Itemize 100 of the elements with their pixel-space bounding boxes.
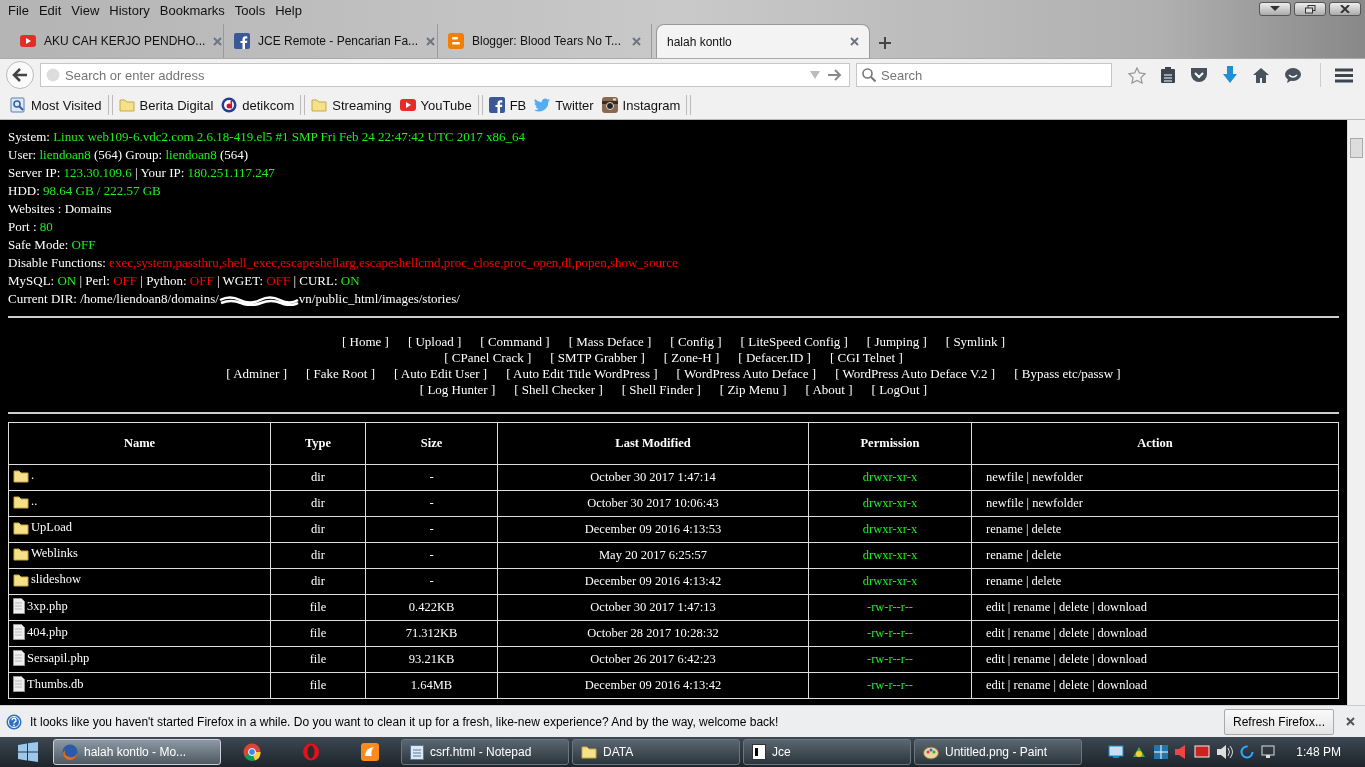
network-status-icon[interactable]: [1261, 745, 1276, 759]
bookmark[interactable]: Instagram: [601, 97, 681, 113]
nav-link[interactable]: [ Shell Checker ]: [514, 382, 603, 398]
minimize-button[interactable]: [1259, 2, 1291, 16]
action-links[interactable]: rename | delete: [986, 574, 1062, 588]
browser-tab[interactable]: halah kontlo: [656, 24, 870, 58]
action-links[interactable]: newfile | newfolder: [986, 470, 1083, 484]
menu-item[interactable]: Help: [270, 1, 307, 19]
file-link[interactable]: UpLoad: [13, 520, 72, 535]
file-link[interactable]: Thumbs.db: [13, 675, 84, 692]
nav-link[interactable]: [ WordPress Auto Deface ]: [676, 366, 817, 382]
close-icon[interactable]: [632, 36, 641, 46]
bookmark[interactable]: Berita Digital: [118, 97, 214, 113]
network-icon[interactable]: [1131, 745, 1148, 759]
pocket-icon[interactable]: [1190, 67, 1208, 83]
permission-link[interactable]: -rw-r--r--: [867, 652, 913, 666]
file-link[interactable]: slideshow: [13, 572, 81, 587]
action-links[interactable]: newfile | newfolder: [986, 496, 1083, 510]
menu-item[interactable]: Bookmarks: [154, 1, 230, 19]
permission-link[interactable]: drwxr-xr-x: [862, 574, 918, 588]
file-link[interactable]: .: [13, 468, 35, 483]
nav-link[interactable]: [ LiteSpeed Config ]: [740, 334, 848, 350]
volume-icon[interactable]: [1217, 745, 1234, 759]
taskbar-button[interactable]: Untitled.png - Paint: [914, 739, 1082, 765]
nav-link[interactable]: [ Symlink ]: [945, 334, 1006, 350]
permission-link[interactable]: -rw-r--r--: [867, 600, 913, 614]
file-link[interactable]: Weblinks: [13, 546, 78, 561]
file-link[interactable]: 404.php: [13, 623, 68, 640]
close-button[interactable]: [1329, 2, 1361, 16]
nav-link[interactable]: [ About ]: [805, 382, 853, 398]
nav-link[interactable]: [ Shell Finder ]: [621, 382, 701, 398]
nav-link[interactable]: [ Adminer ]: [226, 366, 287, 382]
grid-icon[interactable]: [1154, 745, 1169, 759]
menu-icon[interactable]: [1335, 67, 1353, 83]
bookmark[interactable]: detikcom: [221, 97, 295, 113]
back-button[interactable]: [6, 61, 34, 89]
nav-link[interactable]: [ Command ]: [480, 334, 550, 350]
nav-link[interactable]: [ Bypass etc/passw ]: [1014, 366, 1121, 382]
nav-link[interactable]: [ Zone-H ]: [663, 350, 720, 366]
nav-link[interactable]: [ Config ]: [670, 334, 722, 350]
close-icon[interactable]: [1346, 717, 1355, 726]
nav-link[interactable]: [ CPanel Crack ]: [444, 350, 532, 366]
permission-link[interactable]: drwxr-xr-x: [862, 522, 918, 536]
nav-link[interactable]: [ CGI Telnet ]: [829, 350, 903, 366]
close-icon[interactable]: [850, 37, 859, 46]
file-link[interactable]: 3xp.php: [13, 597, 68, 614]
home-icon[interactable]: [1252, 67, 1270, 83]
nav-link[interactable]: [ Log Hunter ]: [419, 382, 496, 398]
bookmark[interactable]: YouTube: [399, 97, 472, 113]
nav-link[interactable]: [ Fake Root ]: [306, 366, 375, 382]
menu-item[interactable]: Edit: [33, 1, 67, 19]
nav-link[interactable]: [ SMTP Grabber ]: [550, 350, 645, 366]
taskbar-button[interactable]: halah kontlo - Mo...: [53, 739, 221, 765]
file-link[interactable]: Sersapil.php: [13, 649, 90, 666]
bookmark[interactable]: Twitter: [534, 97, 594, 113]
clipboard-icon[interactable]: [1160, 66, 1176, 84]
go-arrow-icon[interactable]: [828, 69, 842, 81]
action-links[interactable]: rename | delete: [986, 522, 1062, 536]
bookmark[interactable]: FB: [488, 97, 527, 113]
restore-button[interactable]: [1294, 2, 1326, 16]
flag-icon[interactable]: [1194, 745, 1211, 759]
bookmark[interactable]: Streaming: [311, 97, 392, 113]
nav-link[interactable]: [ Auto Edit User ]: [393, 366, 488, 382]
monitor-icon[interactable]: [1108, 745, 1125, 759]
nav-link[interactable]: [ Mass Deface ]: [568, 334, 652, 350]
file-link[interactable]: ..: [13, 494, 38, 509]
new-tab-icon[interactable]: [879, 37, 891, 49]
nav-link[interactable]: [ WordPress Auto Deface V.2 ]: [835, 366, 996, 382]
nav-link[interactable]: [ Auto Edit Title WordPress ]: [506, 366, 658, 382]
action-links[interactable]: rename | delete: [986, 548, 1062, 562]
taskbar-button[interactable]: csrf.html - Notepad: [401, 739, 569, 765]
star-icon[interactable]: [1128, 66, 1146, 84]
table-cell: December 09 2016 4:13:53: [584, 522, 722, 536]
bookmark[interactable]: Most Visited: [10, 97, 102, 113]
nav-link[interactable]: [ Jumping ]: [866, 334, 927, 350]
address-field[interactable]: Search or enter address: [40, 63, 850, 87]
download-icon[interactable]: [1222, 66, 1238, 84]
chat-icon[interactable]: [1284, 66, 1302, 84]
search-field[interactable]: Search: [856, 63, 1112, 87]
nav-link[interactable]: [ Defacer.ID ]: [738, 350, 811, 366]
refresh-button[interactable]: Refresh Firefox...: [1223, 708, 1334, 735]
menu-item[interactable]: View: [66, 1, 105, 19]
permission-link[interactable]: drwxr-xr-x: [862, 548, 918, 562]
menu-item[interactable]: History: [104, 1, 155, 19]
sync-icon[interactable]: [1240, 745, 1255, 759]
permission-link[interactable]: drwxr-xr-x: [862, 470, 918, 484]
table-cell: dir: [311, 574, 325, 588]
nav-link[interactable]: [ LogOut ]: [871, 382, 928, 398]
taskbar-button[interactable]: DATA: [572, 739, 740, 765]
menu-item[interactable]: File: [3, 1, 34, 19]
permission-link[interactable]: -rw-r--r--: [867, 678, 913, 692]
speaker-icon[interactable]: [1175, 745, 1188, 759]
nav-link[interactable]: [ Home ]: [341, 334, 389, 350]
nav-link[interactable]: [ Upload ]: [407, 334, 462, 350]
scrollbar[interactable]: [1347, 120, 1365, 705]
nav-link[interactable]: [ Zip Menu ]: [719, 382, 787, 398]
taskbar-button[interactable]: Jce: [743, 739, 911, 765]
permission-link[interactable]: drwxr-xr-x: [862, 496, 918, 510]
permission-link[interactable]: -rw-r--r--: [867, 626, 913, 640]
menu-item[interactable]: Tools: [229, 1, 271, 19]
